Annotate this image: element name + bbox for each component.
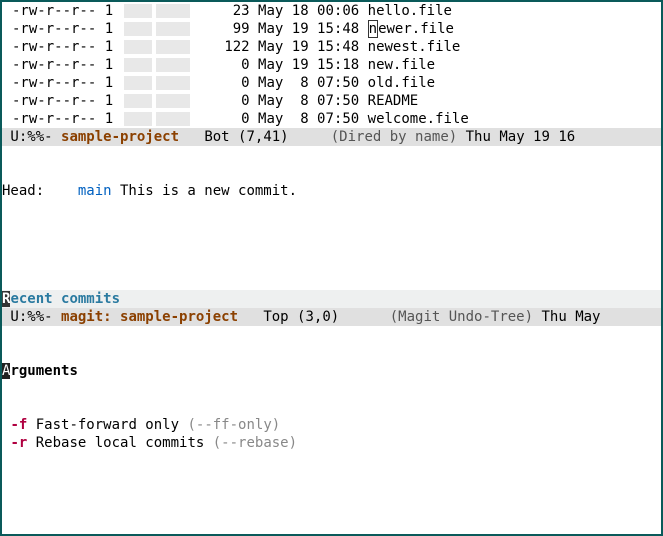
file-name: newest.file bbox=[368, 39, 461, 55]
file-name: README bbox=[368, 93, 419, 109]
perm: -rw-r--r-- bbox=[12, 75, 96, 91]
perm: -rw-r--r-- bbox=[12, 93, 96, 109]
group-redacted bbox=[156, 22, 190, 36]
group-redacted bbox=[156, 94, 190, 108]
blank-row bbox=[2, 236, 661, 254]
modeline-prefix: U:%%- bbox=[2, 309, 61, 325]
size: 0 bbox=[194, 56, 250, 74]
links: 1 bbox=[105, 75, 113, 91]
magit-status-pane[interactable]: Head: main This is a new commit. Recent … bbox=[2, 146, 661, 308]
arg-flag: (--rebase) bbox=[213, 435, 297, 451]
modeline-mode: (Dired by name) bbox=[331, 129, 457, 145]
file-name: hello.file bbox=[368, 3, 452, 19]
links: 1 bbox=[105, 3, 113, 19]
arg-flag: (--ff-only) bbox=[187, 417, 280, 433]
perm: -rw-r--r-- bbox=[12, 21, 96, 37]
modeline-buffer-name: sample-project bbox=[61, 129, 179, 145]
magit-modeline: U:%%- magit: sample-project Top (3,0) (M… bbox=[2, 308, 661, 326]
perm: -rw-r--r-- bbox=[12, 57, 96, 73]
head-msg: This is a new commit. bbox=[112, 183, 297, 199]
owner-redacted bbox=[124, 76, 152, 90]
dired-row[interactable]: -rw-r--r-- 1 0 May 8 07:50 README bbox=[2, 92, 661, 110]
dired-pane[interactable]: -rw-r--r-- 1 23 May 18 00:06 hello.file-… bbox=[2, 2, 661, 128]
dired-row[interactable]: -rw-r--r-- 1 23 May 18 00:06 hello.file bbox=[2, 2, 661, 20]
modeline-pos: Top (3,0) bbox=[238, 309, 390, 325]
file-name: new.file bbox=[368, 57, 435, 73]
owner-redacted bbox=[124, 112, 152, 126]
dired-row[interactable]: -rw-r--r-- 1 0 May 8 07:50 old.file bbox=[2, 74, 661, 92]
links: 1 bbox=[105, 39, 113, 55]
modeline-time: Thu May bbox=[533, 309, 600, 325]
arg-desc: Rebase local commits bbox=[36, 435, 205, 451]
size: 122 bbox=[194, 38, 250, 56]
links: 1 bbox=[105, 93, 113, 109]
perm: -rw-r--r-- bbox=[12, 3, 96, 19]
file-name: newer.file bbox=[368, 20, 454, 38]
modeline-pos: Bot (7,41) bbox=[179, 129, 331, 145]
recent-commits-header[interactable]: Recent commits bbox=[2, 290, 661, 308]
arg-desc: Fast-forward only bbox=[36, 417, 179, 433]
arg-key: -f bbox=[10, 417, 27, 433]
magit-pull-popup[interactable]: Arguments -f Fast-forward only (--ff-onl… bbox=[2, 326, 661, 536]
group-redacted bbox=[156, 112, 190, 126]
arg-key: -r bbox=[10, 435, 27, 451]
links: 1 bbox=[105, 21, 113, 37]
links: 1 bbox=[105, 111, 113, 127]
owner-redacted bbox=[124, 40, 152, 54]
size: 99 bbox=[194, 20, 250, 38]
size: 0 bbox=[194, 92, 250, 110]
file-name: old.file bbox=[368, 75, 435, 91]
modeline-mode: (Magit Undo-Tree) bbox=[390, 309, 533, 325]
file-name: welcome.file bbox=[368, 111, 469, 127]
group-redacted bbox=[156, 40, 190, 54]
date: May 18 00:06 bbox=[258, 3, 359, 19]
owner-redacted bbox=[124, 94, 152, 108]
blank-row bbox=[2, 488, 661, 506]
date: May 8 07:50 bbox=[258, 75, 359, 91]
modeline-prefix: U:%%- bbox=[2, 129, 61, 145]
owner-redacted bbox=[124, 22, 152, 36]
dired-row[interactable]: -rw-r--r-- 1 0 May 19 15:18 new.file bbox=[2, 56, 661, 74]
perm: -rw-r--r-- bbox=[12, 111, 96, 127]
magit-head-row: Head: main This is a new commit. bbox=[2, 182, 661, 200]
dired-row[interactable]: -rw-r--r-- 1 0 May 8 07:50 welcome.file bbox=[2, 110, 661, 128]
date: May 19 15:18 bbox=[258, 57, 359, 73]
group-redacted bbox=[156, 76, 190, 90]
argument-row[interactable]: -f Fast-forward only (--ff-only) bbox=[2, 416, 661, 434]
dired-row[interactable]: -rw-r--r-- 1 122 May 19 15:48 newest.fil… bbox=[2, 38, 661, 56]
size: 23 bbox=[194, 2, 250, 20]
emacs-frame: -rw-r--r-- 1 23 May 18 00:06 hello.file-… bbox=[0, 0, 663, 536]
head-label: Head: bbox=[2, 183, 78, 199]
head-branch: main bbox=[78, 183, 112, 199]
modeline-time: Thu May 19 16 bbox=[457, 129, 575, 145]
argument-row[interactable]: -r Rebase local commits (--rebase) bbox=[2, 434, 661, 452]
size: 0 bbox=[194, 110, 250, 128]
date: May 19 15:48 bbox=[258, 21, 359, 37]
owner-redacted bbox=[124, 4, 152, 18]
arguments-header: Arguments bbox=[2, 362, 661, 380]
date: May 19 15:48 bbox=[258, 39, 359, 55]
size: 0 bbox=[194, 74, 250, 92]
dired-row[interactable]: -rw-r--r-- 1 99 May 19 15:48 newer.file bbox=[2, 20, 661, 38]
recent-commits-label: ecent commits bbox=[10, 291, 120, 307]
dired-modeline: U:%%- sample-project Bot (7,41) (Dired b… bbox=[2, 128, 661, 146]
date: May 8 07:50 bbox=[258, 111, 359, 127]
perm: -rw-r--r-- bbox=[12, 39, 96, 55]
modeline-buffer-name: magit: sample-project bbox=[61, 309, 238, 325]
date: May 8 07:50 bbox=[258, 93, 359, 109]
group-redacted bbox=[156, 58, 190, 72]
links: 1 bbox=[105, 57, 113, 73]
owner-redacted bbox=[124, 58, 152, 72]
group-redacted bbox=[156, 4, 190, 18]
